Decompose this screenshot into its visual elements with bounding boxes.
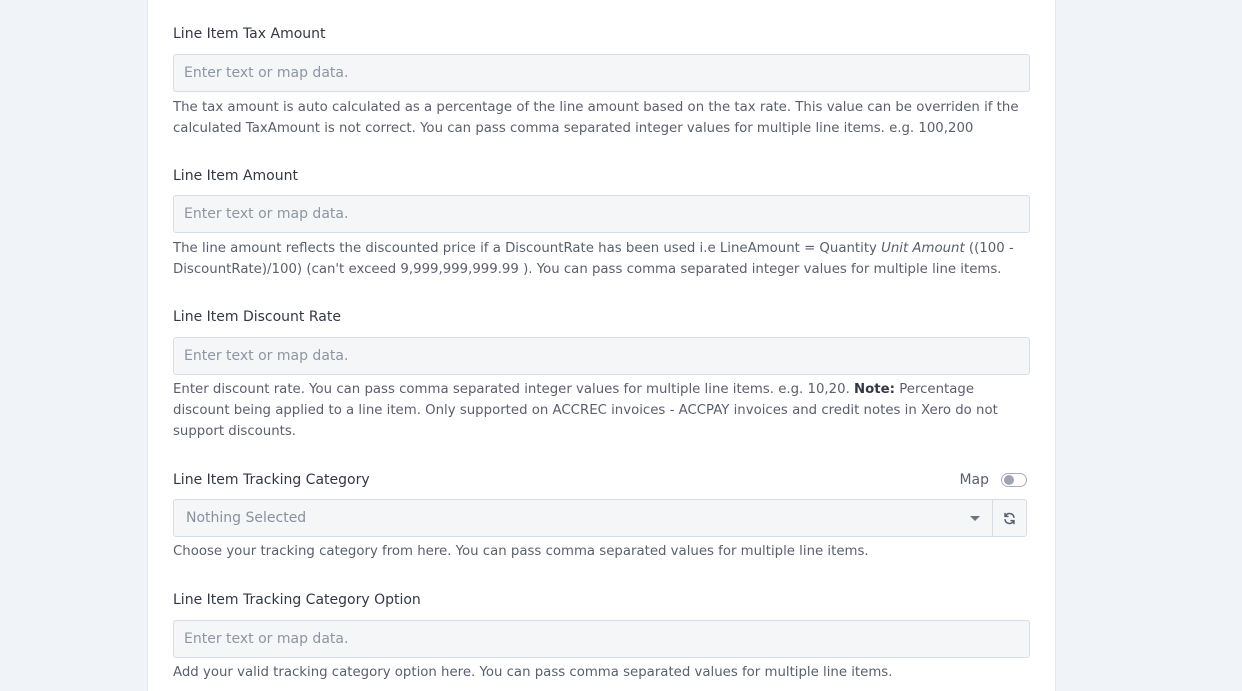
map-label: Map — [959, 472, 989, 488]
field-help-text: Add your valid tracking category option … — [173, 665, 893, 680]
field-line-item-tax-amount: Line Item Tax Amount The tax amount is a… — [173, 25, 1030, 136]
field-label: Line Item Tax Amount — [173, 26, 326, 42]
field-label: Line Item Tracking Category — [173, 472, 370, 488]
field-label: Line Item Discount Rate — [173, 309, 341, 325]
tax-amount-input[interactable] — [173, 54, 1030, 92]
discount-rate-input[interactable] — [173, 337, 1030, 375]
help-text-part: Enter discount rate. You can pass comma … — [173, 382, 855, 397]
map-toggle[interactable] — [1001, 473, 1027, 487]
field-label: Line Item Tracking Category Option — [173, 592, 421, 608]
field-line-item-tracking-category-option: Line Item Tracking Category Option Add y… — [173, 591, 1030, 680]
chevron-down-icon — [970, 516, 980, 521]
line-amount-input[interactable] — [173, 195, 1030, 233]
select-value: Nothing Selected — [186, 510, 307, 526]
field-help-text: Enter discount rate. You can pass comma … — [173, 379, 1030, 442]
field-label: Line Item Amount — [173, 168, 298, 184]
refresh-icon — [1004, 512, 1015, 524]
field-line-item-tracking-category: Line Item Tracking Category Map Nothing … — [173, 469, 1030, 559]
help-text-note: Note: — [854, 382, 895, 397]
toggle-knob — [1004, 475, 1014, 485]
help-text-italic: Unit Amount — [881, 241, 965, 256]
refresh-button[interactable] — [992, 499, 1027, 537]
form-panel: Line Item Tax Amount The tax amount is a… — [147, 0, 1056, 691]
field-help-text: Choose your tracking category from here.… — [173, 544, 869, 559]
map-toggle-group: Map — [959, 469, 1027, 491]
field-line-item-amount: Line Item Amount The line amount reflect… — [173, 167, 1030, 277]
tracking-category-option-input[interactable] — [173, 620, 1030, 658]
field-line-item-discount-rate: Line Item Discount Rate Enter discount r… — [173, 308, 1030, 439]
help-text-part: The line amount reflects the discounted … — [173, 241, 882, 256]
field-help-text: The tax amount is auto calculated as a p… — [173, 100, 1019, 136]
tracking-category-select[interactable]: Nothing Selected — [173, 499, 993, 537]
field-help-text: The line amount reflects the discounted … — [173, 238, 1030, 280]
